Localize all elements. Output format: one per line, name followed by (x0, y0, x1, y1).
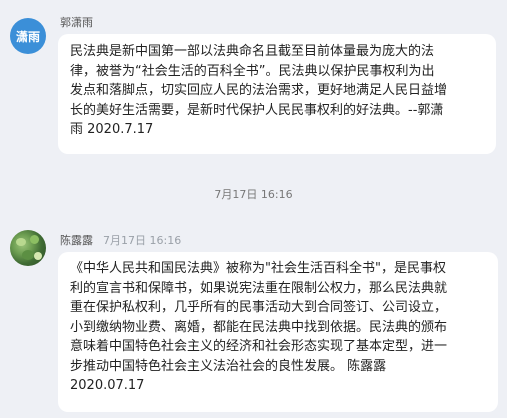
sender-name-text: 郭潇雨 (60, 16, 93, 29)
avatar[interactable]: 潇雨 (10, 18, 46, 54)
message-line: 民法典是新中国第一部以法典命名且截至目前体量最为庞大的法 (70, 44, 435, 59)
message-bubble[interactable]: 《中华人民共和国民法典》被称为"社会生活百科全书"，是民事权 利的宣言书和保障书… (58, 252, 498, 412)
message-line: 小到缴纳物业费、离婚，都能在民法典中找到依据。民法典的颁布 (70, 319, 448, 335)
avatar-image (22, 250, 34, 260)
message-bubble[interactable]: 民法典是新中国第一部以法典命名且截至目前体量最为庞大的法 律，被誉为“社会生活的… (58, 34, 496, 154)
message-line: 《中华人民共和国民法典》被称为"社会生活百科全书"，是民事权 (70, 261, 446, 276)
avatar[interactable] (10, 230, 46, 266)
message-time: 7月17日 16:16 (103, 234, 182, 247)
sender-name: 郭潇雨 (60, 14, 93, 30)
timestamp-divider: 7月17日 16:16 (214, 188, 293, 201)
avatar-image (30, 235, 39, 244)
avatar-image (34, 252, 42, 260)
message-line: 雨 2020.7.17 (70, 122, 154, 137)
message-line: 发点和落脚点，切实回应人民的法治需求，更好地满足人民日益增 (70, 83, 448, 98)
message-line: 步推动中国特色社会主义法治社会的良性发展。 陈露露 (70, 358, 387, 374)
avatar-text: 潇雨 (15, 29, 40, 44)
message-line: 2020.07.17 (70, 378, 145, 393)
message-line: 利的宣言书和保障书，如果说宪法重在限制公权力，那么民法典就 (70, 280, 448, 296)
message-line: 意味着中国特色社会主义的经济和社会形态实现了基本定型，进一 (70, 339, 448, 354)
message-line: 律，被誉为“社会生活的百科全书”。民法典以保护民事权利为出 (70, 63, 435, 79)
avatar-image (16, 238, 26, 246)
sender-name: 陈露露 7月17日 16:16 (60, 232, 181, 248)
sender-name-text: 陈露露 (60, 234, 93, 247)
message-line: 重在保护私权利，几乎所有的民事活动大到合同签订、公司设立， (70, 300, 448, 315)
message-line: 长的美好生活需要，是新时代保护人民民事权利的好法典。--郭潇 (70, 102, 444, 118)
